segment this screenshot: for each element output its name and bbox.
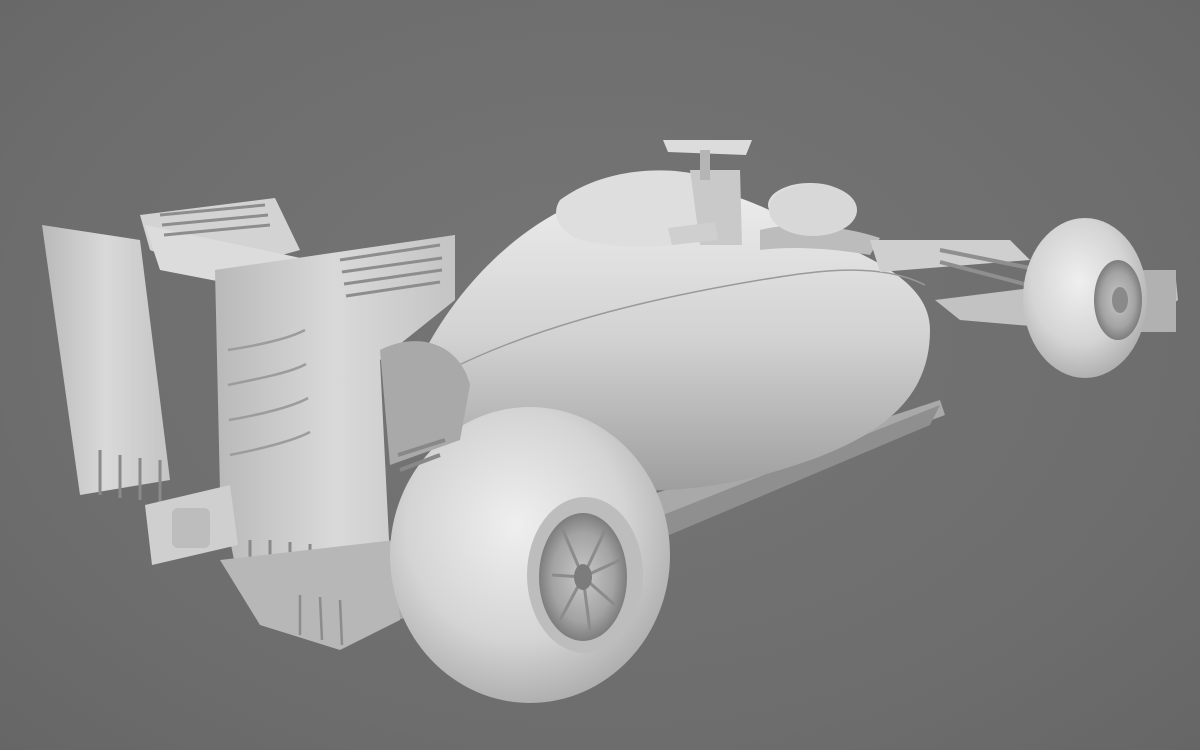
nose bbox=[870, 240, 1030, 272]
t-cam-stem bbox=[700, 150, 710, 180]
render-viewport bbox=[0, 0, 1200, 750]
rear-wing-endplate-far bbox=[42, 225, 170, 495]
rear-light bbox=[172, 508, 210, 548]
rear-wheel-hub bbox=[574, 564, 592, 590]
far-front-wheel bbox=[769, 184, 857, 236]
car-render bbox=[42, 140, 1178, 703]
front-wheel-hub bbox=[1112, 287, 1128, 313]
